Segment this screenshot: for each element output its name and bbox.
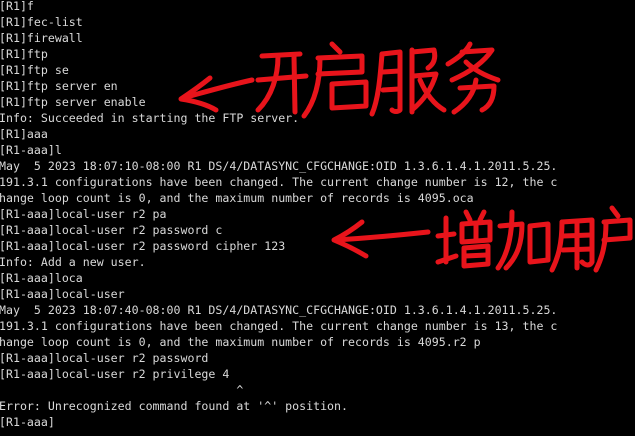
terminal-line: [R1-aaa]l — [0, 143, 62, 157]
terminal-line: [R1]ftp server en — [0, 79, 118, 93]
terminal-line: 191.3.1 configurations have been changed… — [0, 175, 558, 189]
terminal-line: [R1-aaa]local-user — [0, 287, 125, 301]
terminal-line: [R1]aaa — [0, 127, 48, 141]
left-arrow-icon — [178, 75, 255, 113]
terminal-line: [R1-aaa]local-user r2 password cipher 12… — [0, 239, 286, 253]
terminal-line: Info: Succeeded in starting the FTP serv… — [0, 111, 300, 125]
terminal-line: [R1-aaa]local-user r2 password c — [0, 223, 223, 237]
terminal-line: [R1-aaa]local-user r2 password — [0, 351, 209, 365]
terminal-window[interactable]: [R1]f [R1]fec-list [R1]firewall [R1]ftp … — [0, 0, 635, 436]
terminal-line: ^ — [0, 383, 244, 397]
terminal-line: May 5 2023 18:07:40-08:00 R1 DS/4/DATASY… — [0, 303, 558, 317]
terminal-line: [R1-aaa]local-user r2 pa — [0, 207, 167, 221]
terminal-line: Error: Unrecognized command found at '^'… — [0, 399, 349, 413]
terminal-line: Info: Add a new user. — [0, 255, 146, 269]
terminal-line: [R1]ftp se — [0, 63, 69, 77]
terminal-line: [R1]ftp server enable — [0, 95, 146, 109]
terminal-line: 191.3.1 configurations have been changed… — [0, 319, 558, 333]
terminal-line: [R1-aaa]local-user r2 privilege 4 — [0, 367, 230, 381]
terminal-line: May 5 2023 18:07:10-08:00 R1 DS/4/DATASY… — [0, 159, 558, 173]
terminal-line: hange loop count is 0, and the maximum n… — [0, 191, 474, 205]
terminal-line: [R1]f — [0, 0, 34, 13]
terminal-line: [R1]ftp — [0, 47, 48, 61]
terminal-line: [R1-aaa] — [0, 415, 55, 429]
terminal-line: [R1]fec-list — [0, 15, 83, 29]
terminal-line: [R1-aaa]loca — [0, 271, 83, 285]
terminal-line: hange loop count is 0, and the maximum n… — [0, 335, 481, 349]
terminal-line: [R1]firewall — [0, 31, 83, 45]
left-arrow-icon — [331, 219, 431, 259]
